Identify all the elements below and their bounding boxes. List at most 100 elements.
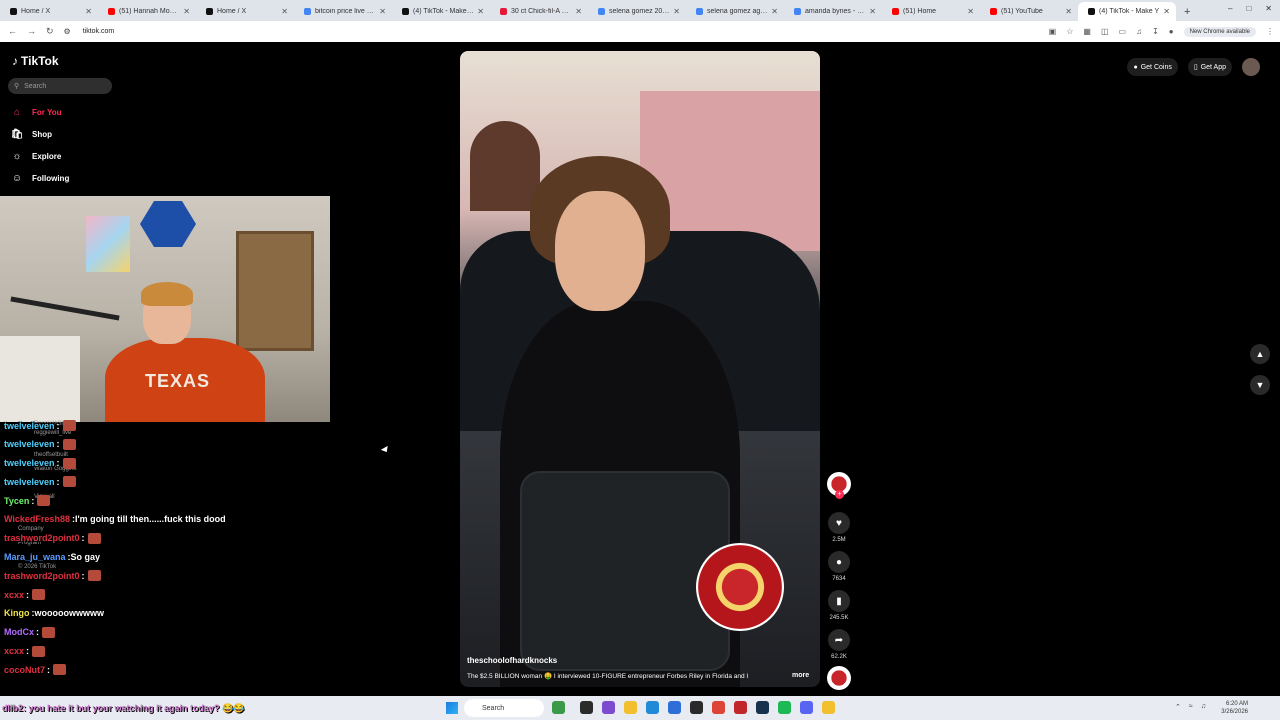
new-tab-button[interactable]: + bbox=[1184, 6, 1190, 18]
share-icon: ➦ bbox=[828, 629, 850, 651]
video-author-handle[interactable]: theschoolofhardknocks bbox=[467, 656, 557, 665]
tiktok-logo[interactable]: ♪ TikTok bbox=[12, 54, 59, 68]
tab-title: selena gomez age - Go bbox=[707, 8, 769, 15]
tab-close-icon[interactable]: ✕ bbox=[771, 7, 778, 16]
tab-close-icon[interactable]: ✕ bbox=[673, 7, 680, 16]
sidepanel-icon[interactable]: ▭ bbox=[1119, 27, 1127, 36]
next-video-button[interactable]: ▼ bbox=[1250, 375, 1270, 395]
puzzle-icon[interactable]: ◫ bbox=[1101, 27, 1109, 36]
app-icon-red[interactable] bbox=[734, 701, 747, 714]
browser-tab[interactable]: Home / X ✕ bbox=[196, 2, 294, 21]
browser-tab[interactable]: (51) YouTube ✕ bbox=[980, 2, 1078, 21]
edge-icon[interactable] bbox=[646, 701, 659, 714]
nav-following[interactable]: ☺ Following bbox=[10, 171, 69, 185]
tab-title: (51) Hannah Montana bbox=[119, 8, 180, 15]
install-icon[interactable]: ▣ bbox=[1049, 27, 1057, 36]
home-icon: ⌂ bbox=[13, 106, 21, 118]
bookmark-star-icon[interactable]: ☆ bbox=[1066, 27, 1073, 36]
video-bg-arch bbox=[470, 121, 540, 211]
back-icon[interactable]: ← bbox=[8, 26, 17, 37]
windows-start-icon[interactable] bbox=[446, 702, 458, 714]
tab-favicon-icon bbox=[794, 8, 801, 15]
warning-app-icon[interactable] bbox=[822, 701, 835, 714]
tab-close-icon[interactable]: ✕ bbox=[85, 7, 92, 16]
tray-chevron-icon[interactable]: ⌃ bbox=[1175, 703, 1181, 711]
browser-tab[interactable]: (51) Home ✕ bbox=[882, 2, 980, 21]
wifi-icon[interactable]: ≈ bbox=[1189, 703, 1193, 711]
search-input[interactable]: ⚲ Search bbox=[8, 78, 112, 94]
chat-username: twelveleven bbox=[4, 439, 55, 450]
taskbar-search[interactable]: Search bbox=[464, 699, 544, 717]
video-subject-face bbox=[555, 191, 645, 311]
save-button[interactable]: ▮ 245.5K bbox=[826, 590, 852, 621]
chrome-update-button[interactable]: New Chrome available bbox=[1183, 26, 1256, 37]
video-caption: The $2.5 BILLION woman 🤑 I interviewed 1… bbox=[467, 673, 749, 680]
tab-close-icon[interactable]: ✕ bbox=[575, 7, 582, 16]
steam-icon[interactable] bbox=[756, 701, 769, 714]
browser-tab[interactable]: bitcoin price live usd ✕ bbox=[294, 2, 392, 21]
media-icon[interactable]: ♫ bbox=[1136, 27, 1142, 36]
widgets-icon[interactable] bbox=[552, 701, 565, 714]
user-avatar[interactable] bbox=[1242, 58, 1260, 76]
app-icon[interactable] bbox=[690, 701, 703, 714]
maximize-icon[interactable]: □ bbox=[1246, 4, 1251, 13]
chat-emote-icon bbox=[42, 626, 55, 638]
tab-close-icon[interactable]: ✕ bbox=[281, 7, 288, 16]
address-bar: ← → ↻ ⚙ tiktok.com ▣ ☆ ▦ ◫ ▭ ♫ ↧ ● New C… bbox=[0, 21, 1280, 42]
tab-close-icon[interactable]: ✕ bbox=[477, 7, 484, 16]
share-button[interactable]: ➦ 62.2K bbox=[826, 629, 852, 660]
browser-tab[interactable]: amanda bynes - Goog✕ bbox=[784, 2, 882, 21]
site-info-icon[interactable]: ⚙ bbox=[64, 27, 71, 36]
coin-icon: ● bbox=[1133, 63, 1138, 71]
author-avatar-button[interactable]: + bbox=[826, 472, 852, 499]
url-field[interactable]: tiktok.com bbox=[83, 28, 115, 35]
forward-icon[interactable]: → bbox=[27, 26, 36, 37]
task-view-icon[interactable] bbox=[580, 701, 593, 714]
discord-icon[interactable] bbox=[800, 701, 813, 714]
chrome-icon[interactable] bbox=[712, 701, 725, 714]
menu-dots-icon[interactable]: ⋮ bbox=[1266, 27, 1274, 36]
tab-close-icon[interactable]: ✕ bbox=[869, 7, 876, 16]
nav-for-you[interactable]: ⌂ For You bbox=[10, 105, 62, 119]
sound-button[interactable] bbox=[826, 666, 852, 690]
tab-close-icon[interactable]: ✕ bbox=[379, 7, 386, 16]
close-window-icon[interactable]: ✕ bbox=[1265, 4, 1272, 13]
store-icon[interactable] bbox=[668, 701, 681, 714]
minimize-icon[interactable]: – bbox=[1228, 4, 1232, 13]
tab-close-icon[interactable]: ✕ bbox=[1065, 7, 1072, 16]
get-coins-button[interactable]: ● Get Coins bbox=[1127, 58, 1178, 76]
spotify-icon[interactable] bbox=[778, 701, 791, 714]
nav-shop[interactable]: 🛍 Shop bbox=[10, 127, 52, 141]
taskbar-clock[interactable]: 6:20 AM 3/26/2026 bbox=[1221, 700, 1248, 716]
tab-close-icon[interactable]: ✕ bbox=[1163, 7, 1170, 16]
previous-video-button[interactable]: ▲ bbox=[1250, 344, 1270, 364]
like-button[interactable]: ♥ 2.5M bbox=[826, 512, 852, 543]
file-explorer-icon[interactable] bbox=[624, 701, 637, 714]
caption-more-button[interactable]: more bbox=[792, 672, 809, 679]
follow-plus-icon[interactable]: + bbox=[835, 490, 844, 499]
like-count: 2.5M bbox=[832, 537, 846, 543]
browser-tab[interactable]: (51) Hannah Montana✕ bbox=[98, 2, 196, 21]
comment-button[interactable]: ● 7634 bbox=[826, 551, 852, 582]
download-icon[interactable]: ↧ bbox=[1152, 27, 1159, 36]
comment-icon: ● bbox=[828, 551, 850, 573]
chat-message: Mara_ju_wana : So gay bbox=[4, 552, 100, 562]
browser-tab[interactable]: Home / X ✕ bbox=[0, 2, 98, 21]
volume-icon[interactable]: ♫ bbox=[1201, 703, 1206, 711]
tab-favicon-icon bbox=[990, 8, 997, 15]
nav-explore[interactable]: ☼ Explore bbox=[10, 149, 61, 163]
video-player[interactable]: theschoolofhardknocks The $2.5 BILLION w… bbox=[460, 51, 820, 687]
browser-tab[interactable]: 30 ct Chick-fil-A Nug ✕ bbox=[490, 2, 588, 21]
extension-icon[interactable]: ▦ bbox=[1083, 27, 1091, 36]
copilot-icon[interactable] bbox=[602, 701, 615, 714]
get-app-button[interactable]: ▯ Get App bbox=[1187, 58, 1232, 76]
profile-icon[interactable]: ● bbox=[1169, 27, 1174, 36]
tab-close-icon[interactable]: ✕ bbox=[183, 7, 190, 16]
browser-tab[interactable]: selena gomez age - Go✕ bbox=[686, 2, 784, 21]
ghost-company: Company bbox=[18, 526, 44, 532]
browser-tab[interactable]: (4) TikTok - Make Y ✕ bbox=[1078, 2, 1176, 21]
browser-tab[interactable]: (4) TikTok - Make Your✕ bbox=[392, 2, 490, 21]
browser-tab[interactable]: selena gomez 2026 - ✕ bbox=[588, 2, 686, 21]
reload-icon[interactable]: ↻ bbox=[46, 26, 54, 37]
tab-close-icon[interactable]: ✕ bbox=[967, 7, 974, 16]
